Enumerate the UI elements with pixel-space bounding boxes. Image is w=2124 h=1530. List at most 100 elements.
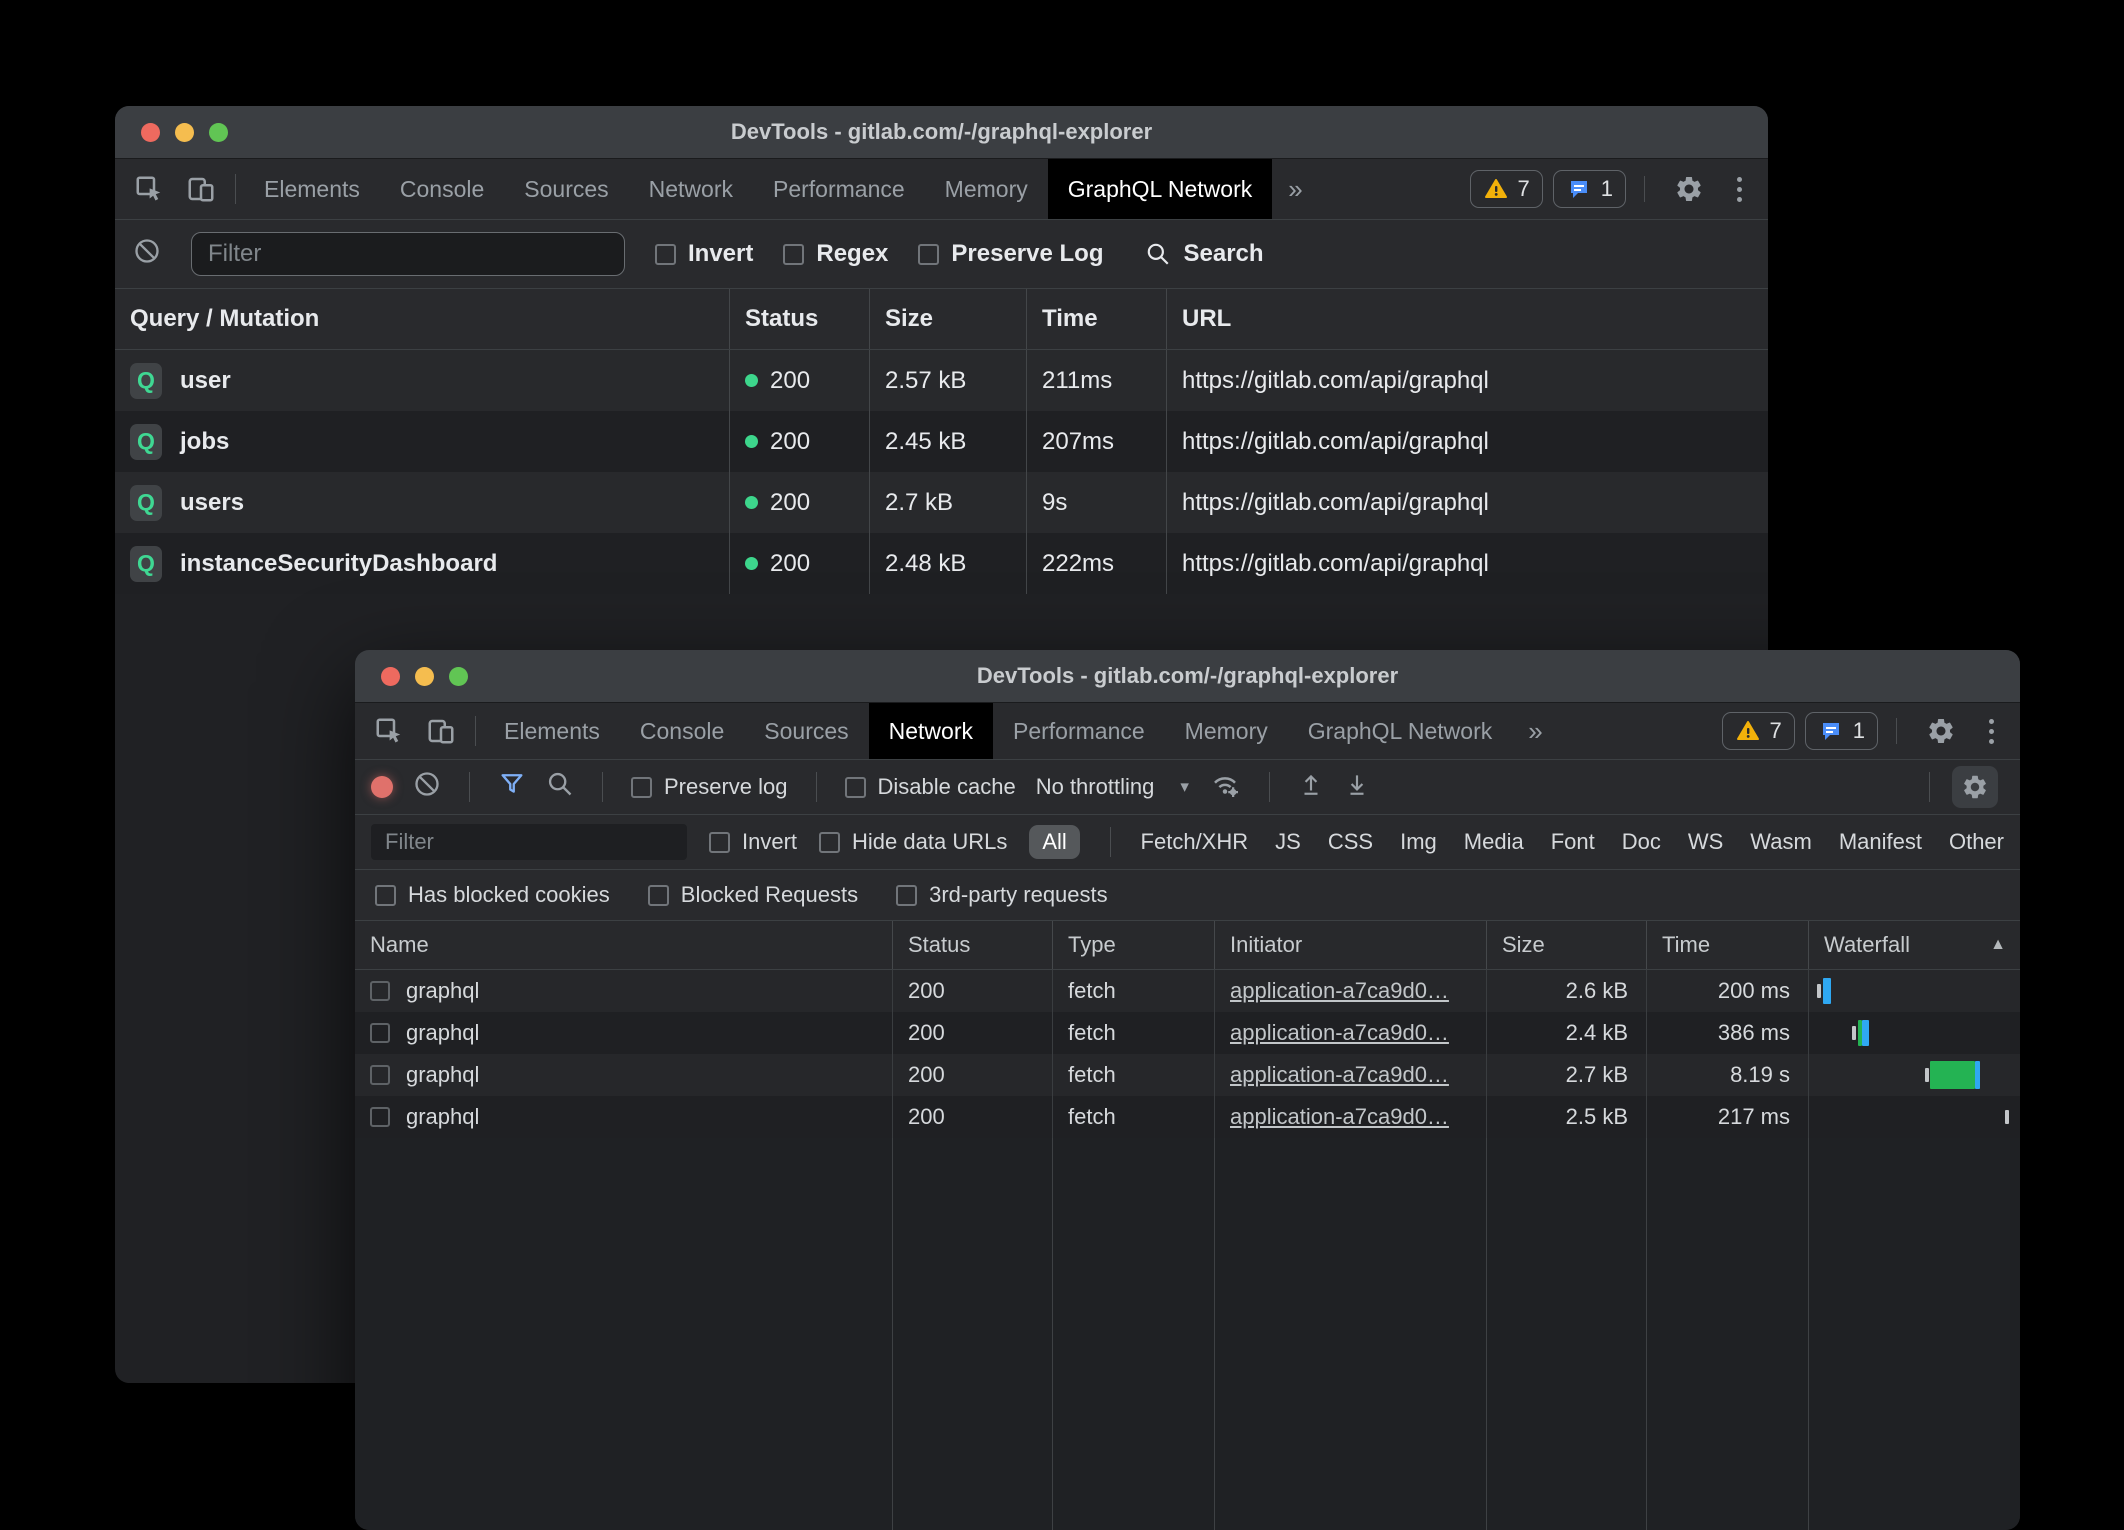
tab-elements[interactable]: Elements xyxy=(484,703,620,759)
row-checkbox[interactable] xyxy=(370,1023,390,1043)
preserve-log-checkbox[interactable]: Preserve Log xyxy=(918,240,1103,268)
filter-type-ws[interactable]: WS xyxy=(1688,829,1723,855)
minimize-window-button[interactable] xyxy=(175,123,194,142)
column-time[interactable]: Time xyxy=(1647,921,1809,969)
filter-type-doc[interactable]: Doc xyxy=(1622,829,1661,855)
column-type[interactable]: Type xyxy=(1053,921,1215,969)
table-row[interactable]: Quser 200 2.57 kB 211ms https://gitlab.c… xyxy=(115,350,1768,411)
column-size[interactable]: Size xyxy=(1487,921,1647,969)
device-toolbar-icon[interactable] xyxy=(175,159,227,219)
invert-checkbox[interactable]: Invert xyxy=(655,240,753,268)
filter-type-all[interactable]: All xyxy=(1029,825,1079,859)
search-icon[interactable] xyxy=(546,770,574,804)
third-party-requests-checkbox[interactable]: 3rd-party requests xyxy=(896,882,1108,908)
search-control[interactable]: Search xyxy=(1145,240,1263,268)
column-query-mutation[interactable]: Query / Mutation xyxy=(115,289,730,349)
table-row[interactable]: graphql 200 fetch application-a7ca9d0… 2… xyxy=(355,970,2020,1012)
column-status[interactable]: Status xyxy=(730,289,870,349)
filter-type-js[interactable]: JS xyxy=(1275,829,1301,855)
tab-sources[interactable]: Sources xyxy=(744,703,868,759)
tab-graphql-network[interactable]: GraphQL Network xyxy=(1048,159,1273,219)
minimize-window-button[interactable] xyxy=(415,667,434,686)
throttling-dropdown[interactable]: No throttling ▾ xyxy=(1036,774,1189,800)
table-row[interactable]: graphql 200 fetch application-a7ca9d0… 2… xyxy=(355,1096,2020,1138)
initiator-link[interactable]: application-a7ca9d0… xyxy=(1230,1104,1449,1130)
row-checkbox[interactable] xyxy=(370,1065,390,1085)
tab-memory[interactable]: Memory xyxy=(1165,703,1288,759)
invert-checkbox[interactable]: Invert xyxy=(709,829,797,855)
tab-network[interactable]: Network xyxy=(869,703,993,759)
inspect-element-icon[interactable] xyxy=(123,159,175,219)
zoom-window-button[interactable] xyxy=(209,123,228,142)
close-window-button[interactable] xyxy=(381,667,400,686)
zoom-window-button[interactable] xyxy=(449,667,468,686)
tab-elements[interactable]: Elements xyxy=(244,159,380,219)
tab-sources[interactable]: Sources xyxy=(504,159,628,219)
network-conditions-icon[interactable] xyxy=(1209,769,1241,805)
device-toolbar-icon[interactable] xyxy=(415,703,467,759)
network-filter-input[interactable] xyxy=(371,824,687,860)
blocked-requests-checkbox[interactable]: Blocked Requests xyxy=(648,882,858,908)
kebab-menu-icon[interactable] xyxy=(1725,177,1754,202)
tab-performance[interactable]: Performance xyxy=(993,703,1165,759)
column-time[interactable]: Time xyxy=(1027,289,1167,349)
table-row[interactable]: QinstanceSecurityDashboard 200 2.48 kB 2… xyxy=(115,533,1768,594)
row-checkbox[interactable] xyxy=(370,981,390,1001)
record-network-log-button[interactable] xyxy=(371,776,393,798)
column-initiator[interactable]: Initiator xyxy=(1215,921,1487,969)
filter-type-css[interactable]: CSS xyxy=(1328,829,1373,855)
issues-badge[interactable]: 1 xyxy=(1553,170,1626,208)
column-size[interactable]: Size xyxy=(870,289,1027,349)
divider xyxy=(816,772,817,802)
warnings-badge[interactable]: 7 xyxy=(1470,170,1543,208)
tab-network[interactable]: Network xyxy=(629,159,753,219)
filter-type-img[interactable]: Img xyxy=(1400,829,1437,855)
table-row[interactable]: Qjobs 200 2.45 kB 207ms https://gitlab.c… xyxy=(115,411,1768,472)
warnings-badge[interactable]: 7 xyxy=(1722,712,1795,750)
filter-type-wasm[interactable]: Wasm xyxy=(1750,829,1812,855)
tab-console[interactable]: Console xyxy=(620,703,744,759)
row-checkbox[interactable] xyxy=(370,1107,390,1127)
preserve-log-checkbox[interactable]: Preserve log xyxy=(631,774,788,800)
close-window-button[interactable] xyxy=(141,123,160,142)
regex-checkbox[interactable]: Regex xyxy=(783,240,888,268)
tab-memory[interactable]: Memory xyxy=(925,159,1048,219)
column-waterfall[interactable]: Waterfall ▲ xyxy=(1809,921,2020,969)
clear-network-log-icon[interactable] xyxy=(413,770,441,804)
tab-graphql-network[interactable]: GraphQL Network xyxy=(1288,703,1513,759)
issues-badge[interactable]: 1 xyxy=(1805,712,1878,750)
filter-funnel-icon[interactable] xyxy=(498,770,526,804)
tab-performance[interactable]: Performance xyxy=(753,159,925,219)
initiator-link[interactable]: application-a7ca9d0… xyxy=(1230,1020,1449,1046)
table-row[interactable]: graphql 200 fetch application-a7ca9d0… 2… xyxy=(355,1012,2020,1054)
inspect-element-icon[interactable] xyxy=(363,703,415,759)
filter-type-media[interactable]: Media xyxy=(1464,829,1524,855)
column-name[interactable]: Name xyxy=(355,921,893,969)
has-blocked-cookies-checkbox[interactable]: Has blocked cookies xyxy=(375,882,610,908)
filter-input[interactable] xyxy=(191,232,625,276)
filter-type-font[interactable]: Font xyxy=(1551,829,1595,855)
settings-gear-icon[interactable] xyxy=(1915,716,1967,746)
network-settings-gear-icon[interactable] xyxy=(1952,766,1998,808)
disable-cache-checkbox[interactable]: Disable cache xyxy=(845,774,1016,800)
filter-type-manifest[interactable]: Manifest xyxy=(1839,829,1922,855)
divider xyxy=(469,772,470,802)
hide-data-urls-checkbox[interactable]: Hide data URLs xyxy=(819,829,1007,855)
clear-icon[interactable] xyxy=(133,237,161,272)
kebab-menu-icon[interactable] xyxy=(1977,719,2006,744)
import-har-icon[interactable] xyxy=(1298,770,1324,804)
table-row[interactable]: Qusers 200 2.7 kB 9s https://gitlab.com/… xyxy=(115,472,1768,533)
export-har-icon[interactable] xyxy=(1344,770,1370,804)
column-url[interactable]: URL xyxy=(1167,289,1768,349)
initiator-link[interactable]: application-a7ca9d0… xyxy=(1230,978,1449,1004)
tab-console[interactable]: Console xyxy=(380,159,504,219)
initiator-link[interactable]: application-a7ca9d0… xyxy=(1230,1062,1449,1088)
more-tabs-icon[interactable]: » xyxy=(1272,159,1318,219)
type-cell: fetch xyxy=(1053,1096,1215,1138)
settings-gear-icon[interactable] xyxy=(1663,174,1715,204)
filter-type-fetch-xhr[interactable]: Fetch/XHR xyxy=(1141,829,1249,855)
filter-type-other[interactable]: Other xyxy=(1949,829,2004,855)
more-tabs-icon[interactable]: » xyxy=(1512,703,1558,759)
table-row[interactable]: graphql 200 fetch application-a7ca9d0… 2… xyxy=(355,1054,2020,1096)
column-status[interactable]: Status xyxy=(893,921,1053,969)
